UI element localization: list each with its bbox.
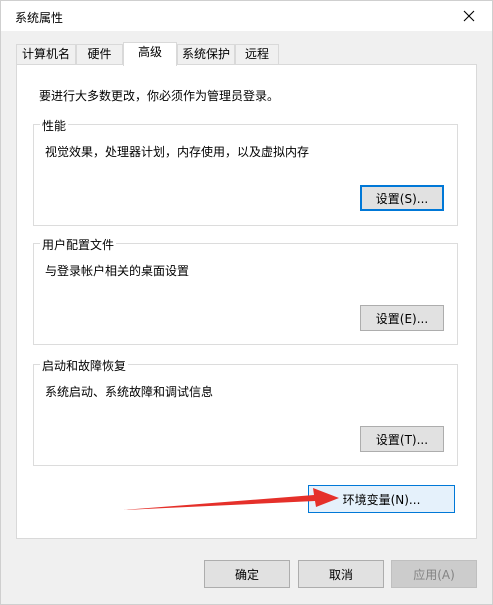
startup-recovery-description: 系统启动、系统故障和调试信息 xyxy=(45,385,214,399)
startup-recovery-title: 启动和故障恢复 xyxy=(40,357,129,374)
tab-advanced[interactable]: 高级 xyxy=(123,42,177,66)
performance-description: 视觉效果，处理器计划，内存使用，以及虚拟内存 xyxy=(45,145,310,159)
ok-button[interactable]: 确定 xyxy=(204,560,290,588)
admin-notice: 要进行大多数更改，你必须作为管理员登录。 xyxy=(39,89,280,103)
user-profiles-settings-button[interactable]: 设置(E)... xyxy=(360,305,444,331)
window-title: 系统属性 xyxy=(15,11,64,25)
system-properties-window: 系统属性 计算机名 硬件 高级 系统保护 远程 要进行大多数更改，你必须作为管理… xyxy=(0,0,493,605)
user-profiles-description: 与登录帐户相关的桌面设置 xyxy=(45,264,190,278)
environment-variables-button[interactable]: 环境变量(N)... xyxy=(308,485,455,513)
tab-system-protection[interactable]: 系统保护 xyxy=(177,44,235,64)
cancel-button[interactable]: 取消 xyxy=(298,560,384,588)
title-bar: 系统属性 xyxy=(1,1,492,31)
performance-group: 性能 视觉效果，处理器计划，内存使用，以及虚拟内存 设置(S)... xyxy=(33,117,458,226)
user-profiles-group: 用户配置文件 与登录帐户相关的桌面设置 设置(E)... xyxy=(33,236,458,345)
startup-recovery-settings-button[interactable]: 设置(T)... xyxy=(360,426,444,452)
advanced-tab-panel: 要进行大多数更改，你必须作为管理员登录。 性能 视觉效果，处理器计划，内存使用，… xyxy=(16,64,477,539)
close-icon xyxy=(463,10,475,22)
performance-settings-button[interactable]: 设置(S)... xyxy=(360,185,444,211)
user-profiles-title: 用户配置文件 xyxy=(40,236,117,253)
startup-recovery-group: 启动和故障恢复 系统启动、系统故障和调试信息 设置(T)... xyxy=(33,357,458,466)
tab-remote[interactable]: 远程 xyxy=(235,44,279,64)
tab-computer-name[interactable]: 计算机名 xyxy=(16,44,76,64)
performance-title: 性能 xyxy=(40,117,69,134)
tab-hardware[interactable]: 硬件 xyxy=(76,44,123,64)
apply-button[interactable]: 应用(A) xyxy=(391,560,477,588)
close-button[interactable] xyxy=(446,1,492,31)
